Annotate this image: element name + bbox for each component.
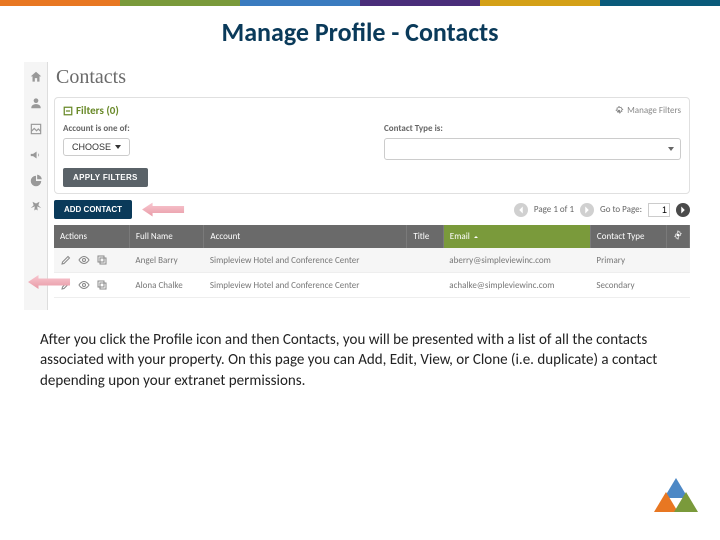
goto-page-input[interactable] — [648, 203, 670, 217]
manage-filters-link[interactable]: Manage Filters — [614, 105, 681, 116]
add-contact-button[interactable]: ADD CONTACT — [54, 200, 132, 219]
sort-asc-icon — [472, 233, 480, 241]
goto-page-button[interactable] — [676, 203, 690, 217]
instruction-text: After you click the Profile icon and the… — [0, 310, 720, 391]
account-filter-label: Account is one of: — [63, 123, 360, 134]
col-settings[interactable] — [667, 225, 690, 248]
col-full-name[interactable]: Full Name — [129, 225, 203, 248]
minus-icon — [63, 106, 73, 116]
manage-filters-label: Manage Filters — [627, 105, 681, 116]
col-title[interactable]: Title — [407, 225, 443, 248]
page-indicator: Page 1 of 1 — [534, 204, 574, 215]
sidebar — [24, 62, 48, 310]
apply-filters-button[interactable]: APPLY FILTERS — [63, 168, 148, 187]
cell-full-name: Angel Barry — [129, 248, 203, 273]
choose-button-text: CHOOSE — [72, 142, 111, 152]
gear-icon — [673, 230, 683, 240]
col-account[interactable]: Account — [204, 225, 407, 248]
cell-email: aberry@simpleviewinc.com — [443, 248, 590, 273]
view-icon[interactable] — [78, 254, 90, 266]
brand-stripe — [0, 0, 720, 6]
media-icon[interactable] — [29, 122, 43, 136]
col-email-label: Email — [450, 231, 470, 242]
home-icon[interactable] — [29, 70, 43, 84]
toolbar: ADD CONTACT Page 1 of 1 Go to Page: — [54, 200, 690, 219]
gear-icon — [614, 106, 624, 116]
prev-page-button[interactable] — [514, 203, 528, 217]
clone-icon[interactable] — [96, 279, 108, 291]
brand-logo — [654, 484, 700, 524]
cell-contact-type: Primary — [590, 248, 666, 273]
cell-title — [407, 248, 443, 273]
col-email[interactable]: Email — [443, 225, 590, 248]
goto-page-label: Go to Page: — [600, 204, 642, 215]
cell-account: Simpleview Hotel and Conference Center — [204, 273, 407, 298]
settings-icon[interactable] — [29, 200, 43, 214]
col-contact-type[interactable]: Contact Type — [590, 225, 666, 248]
table-row: Alona Chalke Simpleview Hotel and Confer… — [54, 273, 690, 298]
next-page-button[interactable] — [580, 203, 594, 217]
contact-type-filter-label: Contact Type is: — [384, 123, 681, 134]
cell-full-name: Alona Chalke — [129, 273, 203, 298]
cell-title — [407, 273, 443, 298]
filters-toggle[interactable]: Filters (0) — [63, 104, 119, 117]
slide-title: Manage Profile - Contacts — [0, 6, 720, 62]
table-row: Angel Barry Simpleview Hotel and Confere… — [54, 248, 690, 273]
page-heading: Contacts — [54, 62, 690, 97]
col-actions[interactable]: Actions — [54, 225, 129, 248]
account-choose-button[interactable]: CHOOSE — [63, 138, 130, 156]
callout-arrow — [142, 203, 184, 217]
cell-email: achalke@simpleviewinc.com — [443, 273, 590, 298]
reports-icon[interactable] — [29, 174, 43, 188]
cell-contact-type: Secondary — [590, 273, 666, 298]
cell-account: Simpleview Hotel and Conference Center — [204, 248, 407, 273]
main-panel: Contacts Filters (0) Manage Filters Acco… — [48, 62, 696, 310]
filters-panel: Filters (0) Manage Filters Account is on… — [54, 97, 690, 194]
contact-type-select[interactable] — [384, 138, 681, 160]
profile-icon[interactable] — [29, 96, 43, 110]
edit-icon[interactable] — [60, 254, 72, 266]
caret-down-icon — [115, 145, 121, 149]
contacts-table: Actions Full Name Account Title Email Co… — [54, 225, 690, 298]
filters-label: Filters (0) — [76, 104, 119, 117]
announce-icon[interactable] — [29, 148, 43, 162]
view-icon[interactable] — [78, 279, 90, 291]
app-screenshot: Contacts Filters (0) Manage Filters Acco… — [24, 62, 696, 310]
pager: Page 1 of 1 Go to Page: — [514, 203, 690, 217]
clone-icon[interactable] — [96, 254, 108, 266]
